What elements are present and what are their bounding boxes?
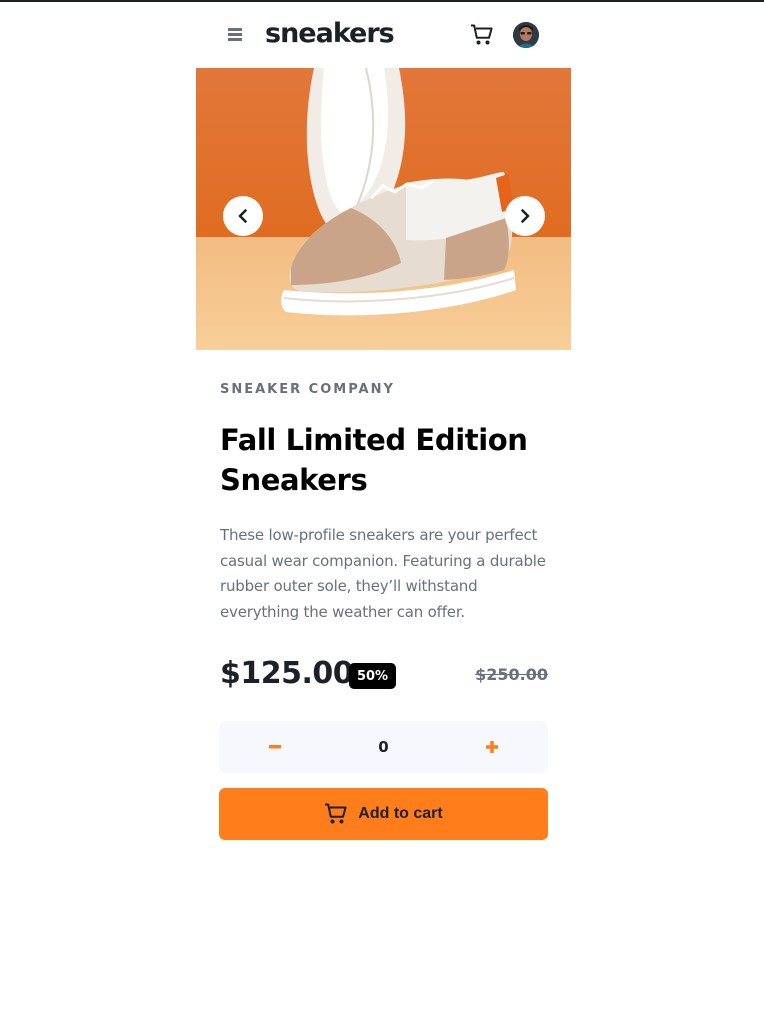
- minus-icon: [269, 745, 281, 749]
- user-avatar[interactable]: [513, 22, 539, 48]
- chevron-right-icon: [521, 209, 530, 223]
- shopping-cart-icon[interactable]: [470, 24, 494, 46]
- quantity-stepper: 0: [219, 721, 548, 773]
- shopping-cart-icon: [325, 803, 347, 824]
- add-to-cart-label: Add to cart: [358, 805, 443, 822]
- hamburger-menu-icon[interactable]: [226, 27, 244, 43]
- site-header: sneakers: [196, 2, 571, 68]
- product-description: These low-profile sneakers are your perf…: [220, 526, 546, 621]
- product-image-gallery: [196, 68, 571, 350]
- gallery-next-button[interactable]: [505, 196, 545, 236]
- logo[interactable]: sneakers: [265, 18, 395, 49]
- company-name: SNEAKER COMPANY: [220, 382, 395, 397]
- decrease-quantity-button[interactable]: [245, 721, 305, 773]
- chevron-left-icon: [238, 209, 247, 223]
- add-to-cart-button[interactable]: Add to cart: [219, 788, 548, 840]
- current-price: $125.00: [220, 656, 354, 691]
- plus-icon: [486, 741, 498, 753]
- product-title: Fall Limited Edition Sneakers: [220, 423, 528, 497]
- gallery-previous-button[interactable]: [223, 196, 263, 236]
- original-price: $250.00: [475, 665, 548, 684]
- increase-quantity-button[interactable]: [462, 721, 522, 773]
- discount-badge: 50%: [349, 663, 396, 689]
